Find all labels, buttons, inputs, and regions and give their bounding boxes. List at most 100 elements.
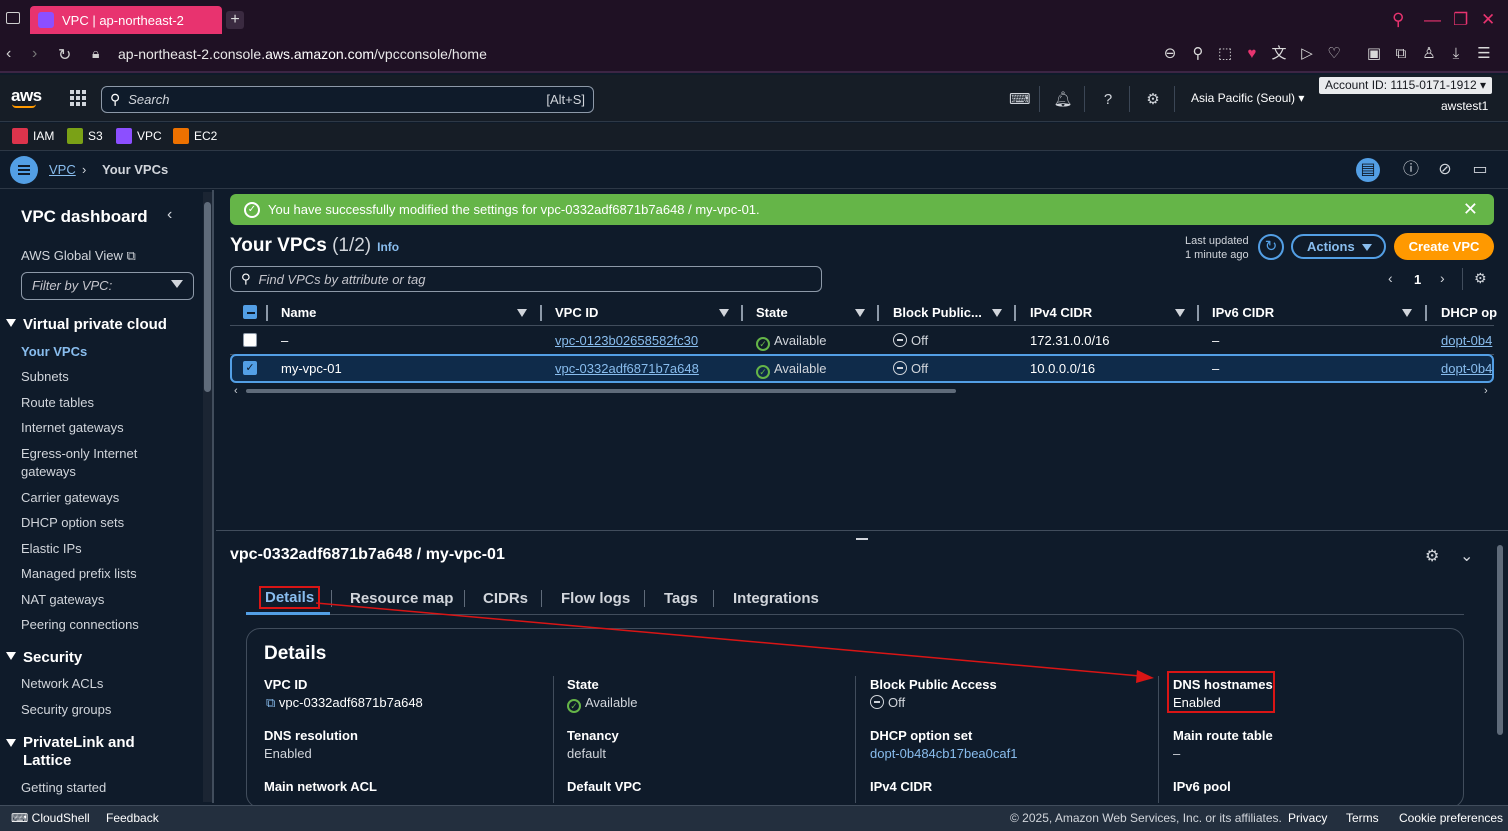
favorite-icon[interactable]: ♡ (1324, 44, 1344, 64)
favorite-vpc[interactable]: VPC (116, 128, 162, 144)
sidebar-item-peering-connections[interactable]: Peering connections (21, 616, 201, 634)
url-field[interactable]: ap-northeast-2.console.aws.amazon.com/vp… (118, 46, 487, 62)
lock-icon[interactable]: 🔒︎ (92, 45, 99, 62)
help-panel-icon[interactable]: ▭ (1468, 158, 1492, 182)
close-sidebar-icon[interactable]: ‹ (167, 206, 172, 224)
sort-icon[interactable] (719, 309, 729, 317)
send-icon[interactable]: ▷ (1297, 44, 1317, 64)
refresh-button[interactable]: ↻ (1258, 234, 1284, 260)
column-header-vpc-id[interactable]: VPC ID (555, 305, 598, 320)
notifications-bell-icon[interactable]: 🔔︎ (1053, 90, 1073, 110)
table-row[interactable] (230, 327, 1494, 355)
sidebar-item-network-acls[interactable]: Network ACLs (21, 675, 201, 693)
next-page-icon[interactable]: › (1440, 270, 1445, 286)
notifications-panel-icon[interactable]: ⊘ (1433, 158, 1457, 182)
account-user[interactable]: awstest1 (1441, 99, 1488, 113)
new-tab-button[interactable]: + (226, 11, 244, 29)
sidebar-item-internet-gateways[interactable]: Internet gateways (21, 419, 201, 437)
filter-by-vpc-select[interactable]: Filter by VPC: (21, 272, 194, 300)
maximize-icon[interactable]: ❐ (1453, 10, 1468, 30)
copy-icon[interactable]: ⧉ (266, 695, 275, 710)
column-header-ipv6-cidr[interactable]: IPv6 CIDR (1212, 305, 1274, 320)
feedback-link[interactable]: Feedback (106, 811, 159, 825)
actions-button[interactable]: Actions (1291, 234, 1386, 259)
back-icon[interactable]: ‹ (6, 45, 11, 63)
sidebar-item-managed-prefix-lists[interactable]: Managed prefix lists (21, 565, 201, 583)
sidebar-item-security-groups[interactable]: Security groups (21, 701, 201, 719)
split-panel-settings-gear-icon[interactable]: ⚙ (1425, 546, 1439, 566)
sort-icon[interactable] (1175, 309, 1185, 317)
pocket-icon[interactable]: ♥ (1242, 44, 1262, 64)
sidebar-item-route-tables[interactable]: Route tables (21, 394, 201, 412)
aws-logo[interactable]: aws (11, 86, 42, 108)
sidebar-item-elastic-ips[interactable]: Elastic IPs (21, 540, 201, 558)
reload-icon[interactable]: ↻ (58, 45, 71, 65)
close-window-icon[interactable]: ✕ (1481, 10, 1495, 30)
zoom-icon[interactable]: ⊖ (1160, 44, 1180, 64)
sort-icon[interactable] (855, 309, 865, 317)
section-security[interactable]: Security (6, 649, 82, 666)
menu-icon[interactable]: ☰ (1474, 44, 1494, 64)
column-header-block-public[interactable]: Block Public... (893, 305, 982, 320)
notion-icon[interactable]: ▣ (1364, 44, 1384, 64)
screenshot-icon[interactable]: ⬚ (1215, 44, 1235, 64)
create-vpc-button[interactable]: Create VPC (1394, 233, 1494, 260)
scrollbar-thumb[interactable] (204, 202, 211, 392)
sidebar-item-carrier-gateways[interactable]: Carrier gateways (21, 489, 201, 507)
column-header-state[interactable]: State (756, 305, 788, 320)
section-virtual-private-cloud[interactable]: Virtual private cloud (6, 316, 167, 333)
sidebar-item-getting-started[interactable]: Getting started (21, 779, 201, 797)
region-selector[interactable]: Asia Pacific (Seoul) ▾ (1191, 91, 1304, 105)
download-icon[interactable]: ⤓ (1446, 44, 1466, 64)
cloudshell-link[interactable]: ⌨ CloudShell (11, 811, 90, 825)
scroll-right-icon[interactable]: › (1484, 385, 1488, 397)
table-row-selected[interactable] (230, 354, 1494, 383)
sidebar-item-egress-only-gateways[interactable]: Egress-only Internet gateways (21, 445, 171, 481)
sidebar-item-dhcp-option-sets[interactable]: DHCP option sets (21, 514, 201, 532)
column-header-ipv4-cidr[interactable]: IPv4 CIDR (1030, 305, 1092, 320)
minimize-icon[interactable]: — (1424, 10, 1441, 30)
extensions-icon[interactable]: ⧉ (1391, 44, 1411, 64)
sidebar-item-nat-gateways[interactable]: NAT gateways (21, 591, 201, 609)
table-horizontal-scrollbar[interactable] (234, 387, 1494, 395)
forward-icon[interactable]: › (32, 45, 37, 63)
sidebar-title[interactable]: VPC dashboard (21, 207, 148, 227)
tab-cidrs[interactable]: CIDRs (483, 590, 528, 607)
console-search-input[interactable]: ⚲ Search [Alt+S] (101, 86, 594, 113)
row-dhcp-link[interactable]: dopt-0b4 (1441, 361, 1492, 376)
aws-global-view-link[interactable]: AWS Global View ⧉ (21, 248, 136, 264)
collapse-chevron-down-icon[interactable]: ⌄ (1460, 546, 1473, 566)
scrollbar-thumb[interactable] (246, 389, 956, 393)
pin-icon[interactable]: ⚲ (1188, 44, 1208, 64)
account-menu[interactable]: Account ID: 1115-0171-1912 ▾ (1319, 77, 1493, 94)
select-all-checkbox[interactable] (243, 305, 257, 319)
info-link[interactable]: Info (377, 240, 399, 254)
search-tabs-icon[interactable]: ⚲ (1392, 10, 1404, 30)
favorite-iam[interactable]: IAM (12, 128, 54, 144)
split-panel-drag-handle[interactable] (856, 538, 868, 540)
tab-resource-map[interactable]: Resource map (350, 590, 453, 607)
sidebar-item-subnets[interactable]: Subnets (21, 368, 201, 386)
split-panel-scrollbar[interactable] (1496, 535, 1505, 803)
privacy-link[interactable]: Privacy (1288, 811, 1327, 825)
info-panel-icon[interactable]: ⓘ (1399, 158, 1423, 182)
column-header-name[interactable]: Name (281, 305, 316, 320)
row-checkbox[interactable] (243, 333, 257, 347)
sort-icon[interactable] (1402, 309, 1412, 317)
row-vpc-id-link[interactable]: vpc-0332adf6871b7a648 (555, 361, 699, 376)
services-grid-icon[interactable] (70, 90, 86, 106)
scrollbar-thumb[interactable] (1497, 545, 1503, 735)
tab-overview-icon[interactable] (6, 12, 20, 24)
row-checkbox-checked[interactable]: ✓ (243, 361, 257, 375)
previous-page-icon[interactable]: ‹ (1388, 270, 1393, 286)
sidebar-scrollbar[interactable] (203, 192, 212, 802)
profile-icon[interactable]: ♙ (1419, 44, 1439, 64)
tab-integrations[interactable]: Integrations (733, 590, 819, 607)
side-nav-toggle-button[interactable] (10, 156, 38, 184)
scroll-left-icon[interactable]: ‹ (234, 385, 238, 397)
row-dhcp-link[interactable]: dopt-0b4 (1441, 333, 1492, 348)
section-privatelink[interactable]: PrivateLink and Lattice (6, 734, 156, 770)
sidebar-item-your-vpcs[interactable]: Your VPCs (21, 343, 201, 361)
translate-icon[interactable]: 文 (1269, 44, 1289, 64)
favorite-ec2[interactable]: EC2 (173, 128, 217, 144)
